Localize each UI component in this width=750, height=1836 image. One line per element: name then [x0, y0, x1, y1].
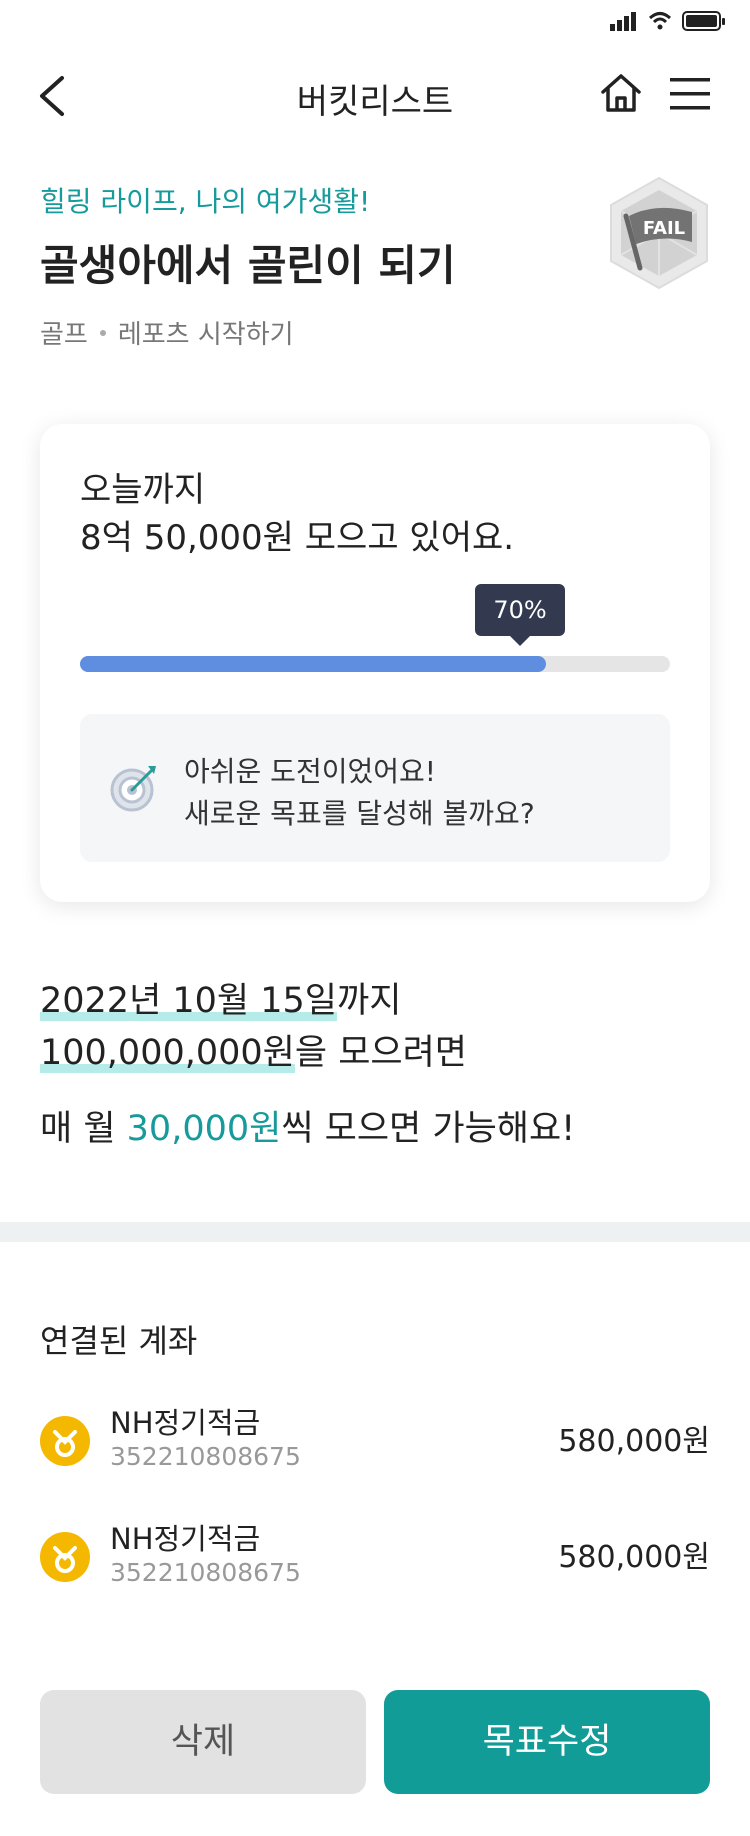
account-item[interactable]: NH정기적금 352210808675 580,000원 — [40, 1516, 710, 1596]
battery-icon — [682, 11, 725, 31]
target-icon — [110, 766, 156, 812]
plan-date: 2022년 10월 15일 — [40, 981, 337, 1021]
home-icon — [601, 74, 641, 112]
wifi-icon — [648, 12, 672, 30]
account-item[interactable]: NH정기적금 352210808675 580,000원 — [40, 1400, 710, 1480]
tag-secondary: 레포츠 시작하기 — [117, 320, 294, 350]
signal-icon — [610, 12, 636, 31]
top-nav: 버킷리스트 — [0, 56, 750, 136]
status-bar — [0, 0, 750, 44]
hamburger-menu-icon — [670, 78, 710, 110]
tag-separator-dot — [99, 329, 106, 336]
plan-amount-row: 100,000,000원을 모으려면 — [40, 1024, 467, 1075]
goal-title: 골생아에서 골린이 되기 — [40, 241, 456, 290]
plan-monthly-suffix: 씩 모으면 가능해요! — [281, 1109, 576, 1149]
plan-monthly-prefix: 매 월 — [40, 1109, 127, 1149]
info-message-line2: 새로운 목표를 달성해 볼까요? — [184, 797, 535, 830]
plan-amount: 100,000,000원 — [40, 1033, 295, 1073]
progress-bar — [80, 656, 670, 672]
tag-primary: 골프 — [40, 320, 88, 350]
home-button[interactable] — [598, 70, 644, 116]
goal-tags: 골프 레포츠 시작하기 — [40, 314, 294, 351]
plan-date-suffix: 까지 — [337, 981, 402, 1021]
account-number: 352210808675 — [110, 1558, 301, 1587]
progress-percent-tooltip: 70% — [475, 584, 565, 646]
account-name: NH정기적금 — [110, 1522, 261, 1556]
account-name: NH정기적금 — [110, 1406, 261, 1440]
edit-goal-button[interactable]: 목표수정 — [384, 1690, 710, 1794]
progress-card: 오늘까지 8억 50,000원 모으고 있어요. 70% 아쉬운 도전이었어요!… — [40, 424, 710, 902]
plan-date-row: 2022년 10월 15일까지 — [40, 972, 401, 1023]
account-amount: 580,000원 — [558, 1540, 710, 1575]
menu-button[interactable] — [666, 74, 712, 114]
badge-text: FAIL — [643, 218, 685, 239]
delete-button[interactable]: 삭제 — [40, 1690, 366, 1794]
plan-monthly-row: 매 월 30,000원씩 모으면 가능해요! — [40, 1100, 575, 1151]
section-divider — [0, 1222, 750, 1242]
nh-bank-logo-icon — [40, 1532, 90, 1582]
progress-bar-fill — [80, 656, 546, 672]
plan-monthly-amount: 30,000원 — [126, 1109, 282, 1149]
account-amount: 580,000원 — [558, 1424, 710, 1459]
info-message-line1: 아쉬운 도전이었어요! — [184, 755, 436, 788]
fail-badge: FAIL — [606, 176, 712, 290]
goal-category: 힐링 라이프, 나의 여가생활! — [40, 185, 371, 218]
info-message-box: 아쉬운 도전이었어요! 새로운 목표를 달성해 볼까요? — [80, 714, 670, 862]
account-number: 352210808675 — [110, 1442, 301, 1471]
fail-flag-icon: FAIL — [610, 176, 708, 290]
status-icons — [610, 10, 726, 32]
nh-bank-logo-icon — [40, 1416, 90, 1466]
plan-amount-suffix: 을 모으려면 — [294, 1033, 468, 1073]
progress-amount-text: 8억 50,000원 모으고 있어요. — [80, 518, 515, 558]
progress-caption: 오늘까지 — [80, 470, 206, 510]
accounts-section-title: 연결된 계좌 — [40, 1322, 198, 1360]
